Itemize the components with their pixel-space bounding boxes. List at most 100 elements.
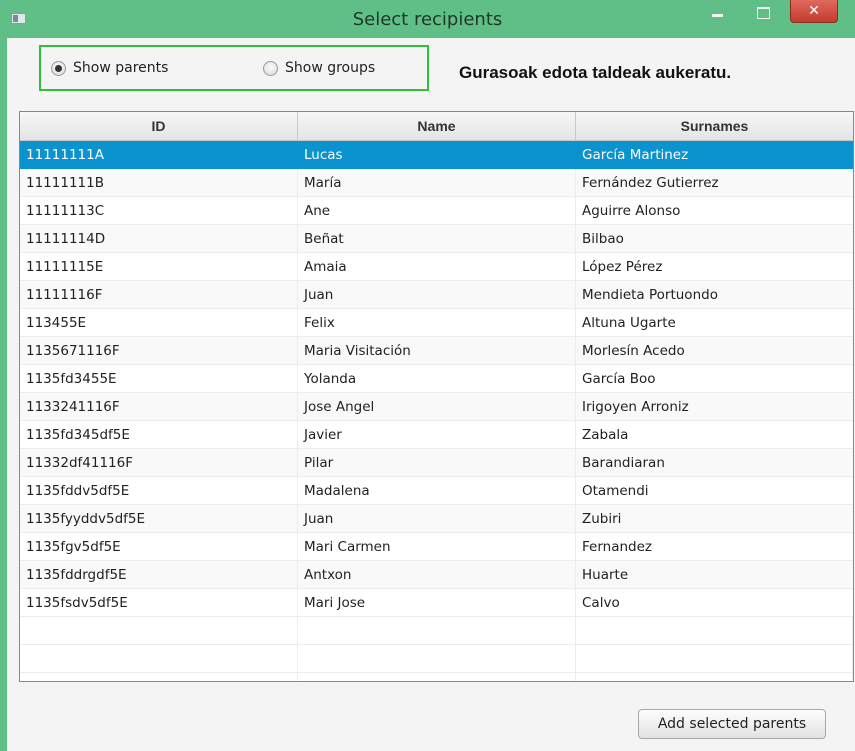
empty-cell (20, 673, 298, 681)
cell-surnames: Calvo (582, 594, 620, 611)
table-row[interactable]: 11111114D Beñat Bilbao (20, 225, 853, 253)
cell-name: Mari Carmen (298, 533, 576, 560)
table-row[interactable]: 11332df41116F Pilar Barandiaran (20, 449, 853, 477)
minimize-button[interactable] (698, 0, 736, 26)
dialog-content: Show parents Show groups Gurasoak edota … (7, 38, 855, 751)
empty-cell (298, 645, 576, 672)
show-groups-label: Show groups (285, 60, 376, 76)
recipients-table[interactable]: ID Name Surnames 11111111A Lucas García Ma… (19, 111, 854, 682)
column-header-surnames[interactable]: Surnames (576, 112, 853, 140)
empty-table-row (20, 673, 853, 681)
cell-id: 11111116F (20, 281, 298, 308)
empty-cell (576, 617, 853, 644)
cell-surnames: Barandiaran (582, 454, 665, 471)
table-row[interactable]: 113455E Felix Altuna Ugarte (20, 309, 853, 337)
cell-id: 1135fgv5df5E (20, 533, 298, 560)
table-row[interactable]: 1135fgv5df5E Mari Carmen Fernandez (20, 533, 853, 561)
cell-surnames: Zubiri (582, 510, 622, 527)
cell-id: 11111114D (20, 225, 298, 252)
table-row[interactable]: 11111116F Juan Mendieta Portuondo (20, 281, 853, 309)
cell-id: 11332df41116F (20, 449, 298, 476)
table-row[interactable]: 1135fddv5df5E Madalena Otamendi (20, 477, 853, 505)
cell-surnames: Aguirre Alonso (582, 202, 681, 219)
table-row[interactable]: 1135fd345df5E Javier Zabala (20, 421, 853, 449)
cell-id: 1135fd345df5E (20, 421, 298, 448)
show-groups-radio[interactable]: Show groups (263, 60, 375, 76)
cell-name: Beñat (298, 225, 576, 252)
cell-surnames: López Pérez (582, 258, 663, 275)
recipient-type-group: Show parents Show groups (39, 45, 429, 91)
cell-name: Maria Visitación (298, 337, 576, 364)
cell-name: Madalena (298, 477, 576, 504)
cell-name: Juan (298, 505, 576, 532)
table-row[interactable]: 11111111A Lucas García Martinez (20, 141, 853, 169)
cell-name: Pilar (298, 449, 576, 476)
maximize-icon (756, 7, 770, 19)
cell-id: 11111111A (20, 141, 298, 168)
cell-surnames: García Boo (582, 370, 656, 387)
show-parents-radio[interactable]: Show parents (51, 60, 168, 76)
cell-surnames: Morlesín Acedo (582, 342, 685, 359)
table-row[interactable]: 1135fsdv5df5E Mari Jose Calvo (20, 589, 853, 617)
cell-id: 1135671116F (20, 337, 298, 364)
table-row[interactable]: 1135fddrgdf5E Antxon Huarte (20, 561, 853, 589)
show-parents-label: Show parents (73, 60, 169, 76)
cell-name: Yolanda (298, 365, 576, 392)
cell-id: 1135fddv5df5E (20, 477, 298, 504)
empty-cell (20, 617, 298, 644)
empty-cell (298, 673, 576, 681)
title-bar: Select recipients ✕ (0, 0, 855, 38)
cell-name: Ane (298, 197, 576, 224)
cell-surnames: Altuna Ugarte (582, 314, 676, 331)
cell-name: María (298, 169, 576, 196)
cell-name: Felix (298, 309, 576, 336)
add-selected-parents-button[interactable]: Add selected parents (638, 709, 826, 739)
cell-surnames: Irigoyen Arroniz (582, 398, 689, 415)
radio-checked-icon (51, 60, 66, 76)
table-row[interactable]: 11111115E Amaia López Pérez (20, 253, 853, 281)
maximize-button[interactable] (748, 0, 778, 26)
cell-surnames: Otamendi (582, 482, 649, 499)
cell-name: Mari Jose (298, 589, 576, 616)
cell-name: Javier (298, 421, 576, 448)
table-body: 11111111A Lucas García Martinez 11111111B Ma… (20, 141, 853, 681)
cell-surnames: Bilbao (582, 230, 624, 247)
table-header: ID Name Surnames (20, 112, 853, 141)
table-row[interactable]: 11111113C Ane Aguirre Alonso (20, 197, 853, 225)
cell-id: 1135fyyddv5df5E (20, 505, 298, 532)
empty-cell (576, 645, 853, 672)
minimize-icon (711, 13, 723, 17)
close-button[interactable]: ✕ (790, 0, 838, 23)
cell-name: Jose Angel (298, 393, 576, 420)
empty-cell (576, 673, 853, 681)
cell-id: 1135fddrgdf5E (20, 561, 298, 588)
radio-unchecked-icon (263, 60, 278, 76)
cell-id: 1133241116F (20, 393, 298, 420)
cell-id: 11111113C (20, 197, 298, 224)
cell-name: Lucas (298, 141, 576, 168)
column-header-id[interactable]: ID (20, 112, 298, 140)
cell-surnames: Fernández Gutierrez (582, 174, 719, 191)
cell-id: 1135fd3455E (20, 365, 298, 392)
cell-name: Amaia (298, 253, 576, 280)
cell-id: 113455E (20, 309, 298, 336)
empty-table-row (20, 617, 853, 645)
table-row[interactable]: 11111111B María Fernández Gutierrez (20, 169, 853, 197)
column-header-name[interactable]: Name (298, 112, 576, 140)
table-row[interactable]: 1135fyyddv5df5E Juan Zubiri (20, 505, 853, 533)
table-row[interactable]: 1135fd3455E Yolanda García Boo (20, 365, 853, 393)
empty-cell (20, 645, 298, 672)
table-row[interactable]: 1135671116F Maria Visitación Morlesín Aced… (20, 337, 853, 365)
cell-id: 1135fsdv5df5E (20, 589, 298, 616)
instruction-text: Gurasoak edota taldeak aukeratu. (459, 63, 732, 82)
cell-surnames: García Martinez (582, 146, 689, 163)
table-row[interactable]: 1133241116F Jose Angel Irigoyen Arroniz (20, 393, 853, 421)
cell-surnames: Mendieta Portuondo (582, 286, 718, 303)
cell-id: 11111115E (20, 253, 298, 280)
cell-name: Antxon (298, 561, 576, 588)
close-icon: ✕ (808, 3, 820, 19)
cell-surnames: Huarte (582, 566, 629, 583)
empty-cell (298, 617, 576, 644)
cell-id: 11111111B (20, 169, 298, 196)
cell-surnames: Fernandez (582, 538, 652, 555)
